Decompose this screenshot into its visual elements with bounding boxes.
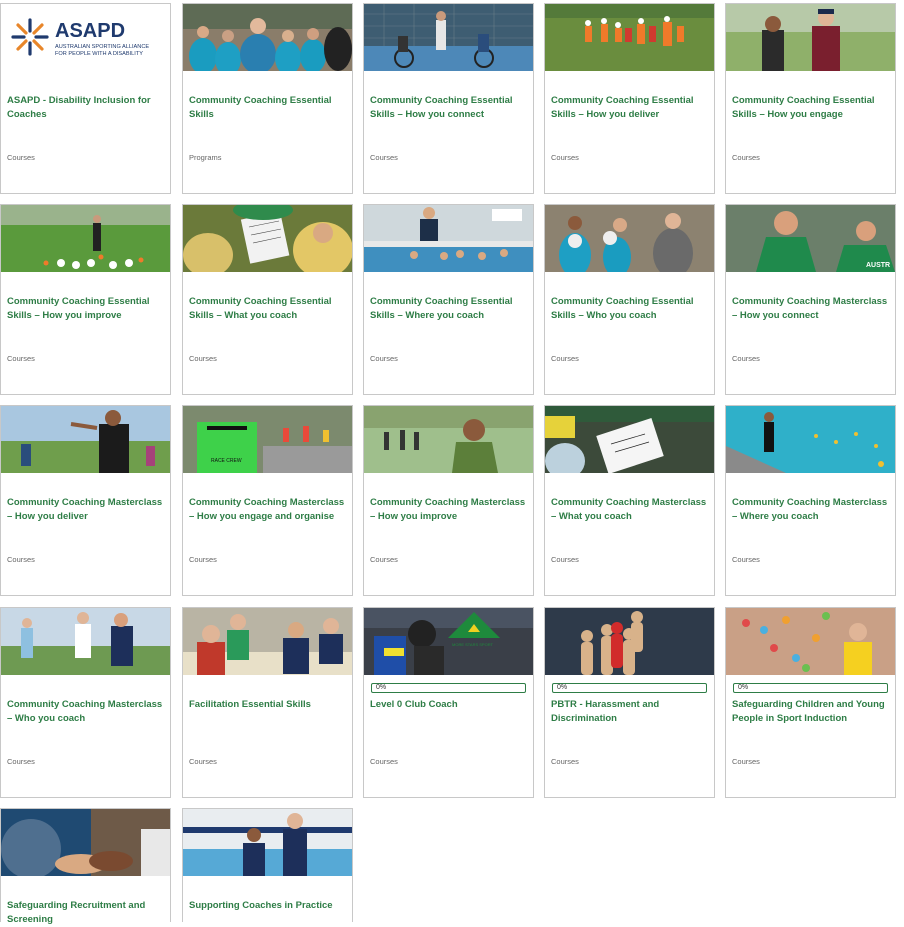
course-type: Courses [551, 354, 579, 363]
course-title[interactable]: Community Coaching Essential Skills – Ho… [7, 295, 167, 323]
svg-text:AUSTR: AUSTR [866, 262, 890, 269]
course-type: Courses [732, 153, 760, 162]
course-type: Courses [370, 354, 398, 363]
logo-wordmark: ASAPD [55, 20, 125, 42]
course-title[interactable]: Facilitation Essential Skills [189, 698, 349, 712]
course-title[interactable]: Safeguarding Recruitment and Screening [7, 899, 167, 927]
course-thumbnail [183, 608, 352, 675]
course-title[interactable]: Community Coaching Essential Skills – Wh… [370, 295, 530, 323]
course-card[interactable]: Community Coaching Masterclass – What yo… [544, 405, 715, 596]
course-card[interactable]: Community Coaching Masterclass – How you… [0, 405, 171, 596]
course-title[interactable]: Community Coaching Masterclass – Who you… [7, 698, 167, 726]
course-type: Courses [189, 757, 217, 766]
course-title[interactable]: Safeguarding Children and Young People i… [732, 698, 892, 726]
course-thumbnail [1, 608, 170, 675]
course-type: Programs [189, 153, 222, 162]
course-thumbnail [1, 406, 170, 473]
course-type: Courses [7, 757, 35, 766]
course-thumbnail [545, 4, 714, 71]
course-card[interactable]: RACE CREW Community Coaching Masterclass… [182, 405, 353, 596]
course-thumbnail: MORE STARS SPORT [364, 608, 533, 675]
course-card[interactable]: Community Coaching Essential Skills – Ho… [0, 204, 171, 395]
course-card[interactable]: 0% Safeguarding Children and Young Peopl… [725, 607, 896, 798]
course-thumbnail [545, 608, 714, 675]
course-card[interactable]: MORE STARS SPORT 0% Level 0 Club Coach C… [363, 607, 534, 798]
course-thumbnail [1, 205, 170, 272]
course-thumbnail [545, 406, 714, 473]
course-card[interactable]: Community Coaching Masterclass – Where y… [725, 405, 896, 596]
course-title[interactable]: Community Coaching Essential Skills – Wh… [189, 295, 349, 323]
course-thumbnail [183, 4, 352, 71]
course-card[interactable]: Community Coaching Essential Skills – Ho… [725, 3, 896, 194]
course-card[interactable]: Supporting Coaches in Practice [182, 808, 353, 922]
course-type: Courses [370, 757, 398, 766]
course-type: Courses [7, 555, 35, 564]
logo-tagline-1: AUSTRALIAN SPORTING ALLIANCE [55, 44, 149, 50]
course-card[interactable]: Community Coaching Essential Skills Prog… [182, 3, 353, 194]
course-title[interactable]: Community Coaching Masterclass – Where y… [732, 496, 892, 524]
course-thumbnail [1, 809, 170, 876]
course-card[interactable]: Facilitation Essential Skills Courses [182, 607, 353, 798]
progress-bar: 0% [733, 683, 888, 693]
course-card[interactable]: Community Coaching Essential Skills – Ho… [363, 3, 534, 194]
course-type: Courses [551, 757, 579, 766]
course-thumbnail [545, 205, 714, 272]
course-thumbnail: AUSTR [726, 205, 895, 272]
course-type: Courses [551, 555, 579, 564]
course-title[interactable]: Community Coaching Essential Skills – Ho… [551, 94, 711, 122]
course-title[interactable]: Community Coaching Essential Skills – Ho… [732, 94, 892, 122]
course-thumbnail [364, 4, 533, 71]
course-type: Courses [551, 153, 579, 162]
course-title[interactable]: Community Coaching Masterclass – What yo… [551, 496, 711, 524]
course-card[interactable]: Community Coaching Masterclass – How you… [363, 405, 534, 596]
course-title[interactable]: Community Coaching Masterclass – How you… [732, 295, 892, 323]
course-title[interactable]: Level 0 Club Coach [370, 698, 530, 712]
course-thumbnail [183, 205, 352, 272]
course-title[interactable]: Community Coaching Essential Skills – Wh… [551, 295, 711, 323]
course-title[interactable]: Community Coaching Masterclass – How you… [7, 496, 167, 524]
badge-text: MORE STARS SPORT [452, 642, 494, 647]
logo-tagline-2: FOR PEOPLE WITH A DISABILITY [55, 51, 143, 57]
course-card[interactable]: AUSTR Community Coaching Masterclass – H… [725, 204, 896, 395]
course-title[interactable]: Supporting Coaches in Practice [189, 899, 349, 913]
course-card[interactable]: Safeguarding Recruitment and Screening [0, 808, 171, 925]
course-type: Courses [189, 354, 217, 363]
course-thumbnail [726, 4, 895, 71]
course-card[interactable]: Community Coaching Essential Skills – Wh… [544, 204, 715, 395]
course-card[interactable]: Community Coaching Masterclass – Who you… [0, 607, 171, 798]
course-thumbnail [364, 406, 533, 473]
course-type: Courses [370, 153, 398, 162]
course-thumbnail [726, 608, 895, 675]
course-thumbnail [183, 809, 352, 876]
course-title[interactable]: Community Coaching Masterclass – How you… [370, 496, 530, 524]
course-card[interactable]: 0% PBTR - Harassment and Discrimination … [544, 607, 715, 798]
course-type: Courses [732, 555, 760, 564]
progress-bar: 0% [552, 683, 707, 693]
course-type: Courses [7, 354, 35, 363]
course-title[interactable]: ASAPD - Disability Inclusion for Coaches [7, 94, 167, 122]
course-thumbnail [364, 205, 533, 272]
course-thumbnail [726, 406, 895, 473]
course-title[interactable]: Community Coaching Essential Skills – Ho… [370, 94, 530, 122]
svg-text:RACE CREW: RACE CREW [211, 458, 242, 464]
course-type: Courses [7, 153, 35, 162]
course-title[interactable]: Community Coaching Essential Skills [189, 94, 349, 122]
progress-bar: 0% [371, 683, 526, 693]
course-card[interactable]: Community Coaching Essential Skills – Ho… [544, 3, 715, 194]
course-card[interactable]: Community Coaching Essential Skills – Wh… [363, 204, 534, 395]
course-title[interactable]: Community Coaching Masterclass – How you… [189, 496, 349, 524]
course-thumbnail: RACE CREW [183, 406, 352, 473]
course-card[interactable]: ASAPD AUSTRALIAN SPORTING ALLIANCE FOR P… [0, 3, 171, 194]
course-card[interactable]: Community Coaching Essential Skills – Wh… [182, 204, 353, 395]
course-type: Courses [189, 555, 217, 564]
course-title[interactable]: PBTR - Harassment and Discrimination [551, 698, 711, 726]
asapd-logo: ASAPD AUSTRALIAN SPORTING ALLIANCE FOR P… [1, 4, 170, 71]
course-type: Courses [732, 354, 760, 363]
course-type: Courses [370, 555, 398, 564]
course-type: Courses [732, 757, 760, 766]
